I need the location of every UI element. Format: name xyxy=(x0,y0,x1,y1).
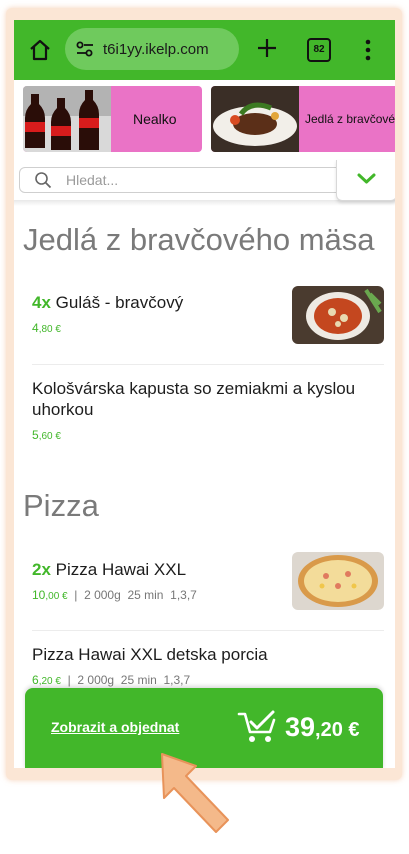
category-strip: Nealko Jedlá z bravčového mäsa xyxy=(14,80,395,160)
item-meta: 6,20 € | 2 000g 25 min 1,3,7 xyxy=(32,673,191,687)
item-weight: 2 000g xyxy=(77,673,115,687)
item-divider xyxy=(32,630,384,631)
category-label: Nealko xyxy=(133,111,177,127)
chevron-down-icon xyxy=(357,173,376,184)
view-and-order-link[interactable]: Zobrazit a objednat xyxy=(51,719,179,735)
item-price: 6 xyxy=(32,673,39,687)
item-meta: 5,60 € xyxy=(32,428,61,442)
pizza-image xyxy=(292,552,384,610)
browser-toolbar: t6i1yy.ikelp.com 82 xyxy=(14,20,395,80)
item-quantity: 4x xyxy=(32,293,51,312)
category-nealko[interactable]: Nealko xyxy=(23,86,202,152)
cart-total: 39,20 € xyxy=(285,712,360,742)
cola-bottles-image xyxy=(23,86,111,152)
item-name: Kološvárska kapusta so zemiakmi a kyslou… xyxy=(32,379,356,419)
item-price: 10 xyxy=(32,588,46,602)
home-icon[interactable] xyxy=(28,38,52,62)
item-quantity: 2x xyxy=(32,560,51,579)
expand-categories-button[interactable] xyxy=(336,160,395,201)
steak-plate-image xyxy=(211,86,299,152)
item-divider xyxy=(32,364,384,365)
cart-check-icon xyxy=(237,710,276,742)
menu-item-kolozvarska[interactable]: Kološvárska kapusta so zemiakmi a kyslou… xyxy=(32,378,384,442)
header-shadow xyxy=(14,200,395,206)
item-allergens: 1,3,7 xyxy=(163,673,191,687)
url-text[interactable]: t6i1yy.ikelp.com xyxy=(103,41,209,58)
item-prep-time: 25 min xyxy=(127,588,164,602)
section-title: Jedlá z bravčového mäsa xyxy=(23,222,375,257)
section-title: Pizza xyxy=(23,488,99,523)
item-price: 5 xyxy=(32,428,39,442)
phone-screen: t6i1yy.ikelp.com 82 Nealko Jedlá z bravč… xyxy=(14,20,395,768)
item-allergens: 1,3,7 xyxy=(170,588,197,602)
new-tab-plus-icon[interactable] xyxy=(256,37,278,59)
search-input[interactable]: Hledat... xyxy=(19,167,361,193)
more-menu-icon[interactable] xyxy=(364,38,372,62)
item-weight: 2 000g xyxy=(84,588,121,602)
category-label: Jedlá z bravčového mäsa xyxy=(305,112,395,126)
goulash-image xyxy=(292,286,384,344)
address-bar[interactable]: t6i1yy.ikelp.com xyxy=(65,28,239,70)
search-icon xyxy=(35,172,52,189)
menu-item-pizza-hawai-detska[interactable]: Pizza Hawai XXL detska porcia 6,20 € | 2… xyxy=(32,644,384,687)
site-settings-icon[interactable] xyxy=(75,39,95,59)
category-pork-dishes[interactable]: Jedlá z bravčového mäsa xyxy=(211,86,395,152)
item-name: Pizza Hawai XXL detska porcia xyxy=(32,645,268,664)
item-prep-time: 25 min xyxy=(120,673,157,687)
tab-switcher-button[interactable]: 82 xyxy=(307,38,331,62)
item-price: 4 xyxy=(32,321,39,335)
pointer-arrow-icon xyxy=(161,753,229,833)
search-placeholder: Hledat... xyxy=(66,172,119,188)
